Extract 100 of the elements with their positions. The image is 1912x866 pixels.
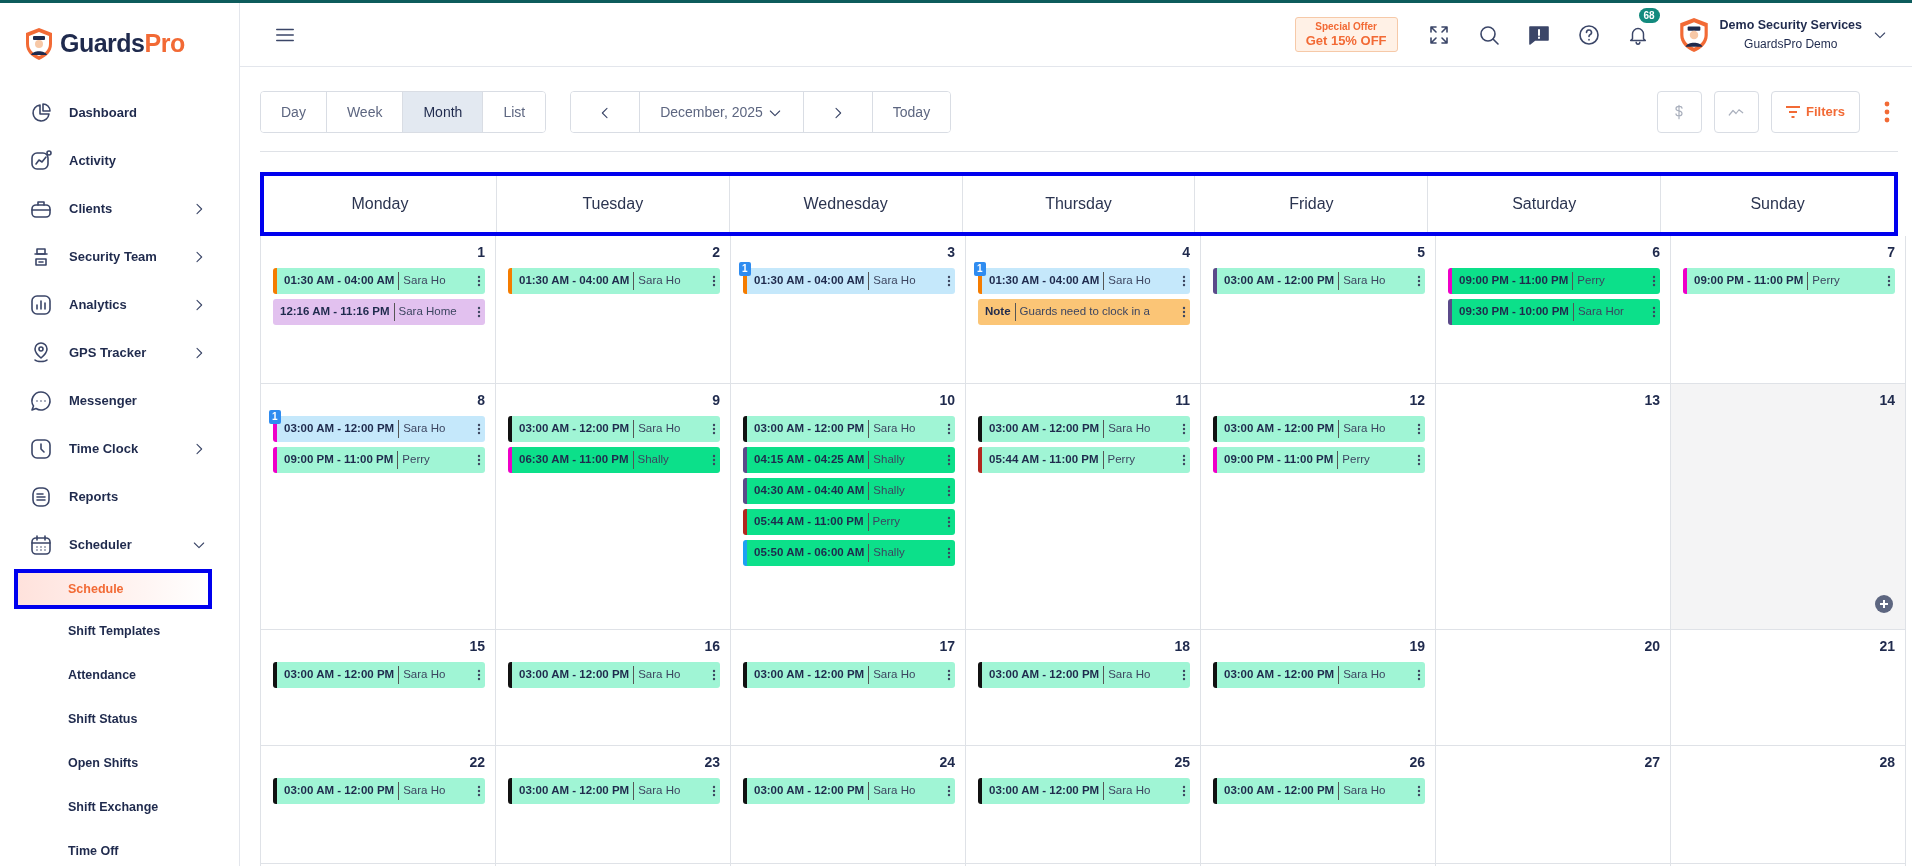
shift-time: 03:00 AM - 12:00 PM xyxy=(519,667,630,683)
shift-event[interactable]: 03:00 AM - 12:00 PM Sara Ho xyxy=(1213,662,1425,688)
avatar[interactable] xyxy=(1677,16,1710,53)
shift-event[interactable]: 03:00 AM - 12:00 PM Sara Ho xyxy=(978,778,1190,804)
more-icon[interactable] xyxy=(1182,275,1186,287)
shift-event[interactable]: 03:00 AM - 12:00 PM Sara Ho xyxy=(273,778,485,804)
sidebar-item[interactable]: Time Clock xyxy=(0,424,239,473)
shift-event[interactable]: 03:00 AM - 12:00 PM Sara Ho xyxy=(743,662,955,688)
more-icon[interactable] xyxy=(1417,785,1421,797)
more-icon[interactable] xyxy=(477,423,481,435)
shift-time: 03:00 AM - 12:00 PM xyxy=(754,783,865,799)
more-icon[interactable] xyxy=(1887,275,1891,287)
more-icon[interactable] xyxy=(947,785,951,797)
guard-name: Sara Ho xyxy=(868,272,947,290)
sidebar-item[interactable]: Reports xyxy=(0,472,239,521)
more-icon[interactable] xyxy=(712,454,716,466)
sidebar-item[interactable]: Security Team xyxy=(0,232,239,281)
shift-event[interactable]: 05:44 AM - 11:00 PM Perry xyxy=(743,509,955,535)
shift-event[interactable]: 03:00 AM - 12:00 PM Sara Ho xyxy=(1213,268,1425,294)
shift-event[interactable]: 03:00 AM - 12:00 PM Sara Ho xyxy=(743,778,955,804)
dashboard-icon xyxy=(29,100,53,125)
more-icon[interactable] xyxy=(1182,306,1186,318)
shift-event[interactable]: 09:00 PM - 11:00 PM Perry xyxy=(1213,447,1425,473)
shift-event[interactable]: 03:00 AM - 12:00 PM Sara Ho xyxy=(508,778,720,804)
view-tab[interactable]: Day xyxy=(261,92,327,132)
day-number: 3 xyxy=(947,243,955,262)
shift-event[interactable]: 05:50 AM - 06:00 AM Shally xyxy=(743,540,955,566)
shift-event[interactable]: 12:16 AM - 11:16 PM Sara Home xyxy=(273,299,485,325)
day-number: 17 xyxy=(939,637,955,656)
more-icon[interactable] xyxy=(1182,454,1186,466)
more-icon[interactable] xyxy=(947,485,951,497)
sidebar-item[interactable]: Dashboard xyxy=(0,88,239,137)
shift-event[interactable]: 03:00 AM - 12:00 PM Sara Ho xyxy=(978,662,1190,688)
sidebar-subitem[interactable]: Shift Status xyxy=(0,696,138,741)
more-icon[interactable] xyxy=(477,306,481,318)
shift-time: 06:30 AM - 11:00 PM xyxy=(519,452,629,468)
sidebar-subitem[interactable]: Shift Templates xyxy=(0,608,161,653)
sidebar-subitem[interactable]: Attendance xyxy=(0,652,137,697)
more-icon[interactable] xyxy=(1417,454,1421,466)
shift-event[interactable]: 01:30 AM - 04:00 AM Sara Ho xyxy=(273,268,485,294)
sidebar-item[interactable]: GPS Tracker xyxy=(0,328,239,377)
day-number: 25 xyxy=(1174,753,1190,772)
shift-event[interactable]: 09:00 PM - 11:00 PM Perry xyxy=(1683,268,1895,294)
more-icon[interactable] xyxy=(712,423,716,435)
shift-event[interactable]: 03:00 AM - 12:00 PM Sara Ho xyxy=(978,416,1190,442)
more-icon[interactable] xyxy=(712,275,716,287)
day-number: 23 xyxy=(704,753,720,772)
sidebar-item[interactable]: Analytics xyxy=(0,280,239,329)
more-icon[interactable] xyxy=(947,669,951,681)
more-icon[interactable] xyxy=(477,785,481,797)
more-icon[interactable] xyxy=(1884,101,1890,123)
shift-event[interactable]: 04:15 AM - 04:25 AM Shally xyxy=(743,447,955,473)
add-icon[interactable] xyxy=(1875,595,1893,613)
shift-time: 09:30 PM - 10:00 PM xyxy=(1459,304,1569,320)
more-icon[interactable] xyxy=(477,669,481,681)
more-icon[interactable] xyxy=(947,516,951,528)
help-icon[interactable] xyxy=(1576,22,1601,47)
more-icon[interactable] xyxy=(1182,669,1186,681)
note-event[interactable]: Note Guards need to clock in a xyxy=(978,299,1190,325)
shift-event[interactable]: 03:00 AM - 12:00 PM Sara Ho xyxy=(1213,416,1425,442)
shift-event[interactable]: 03:00 AM - 12:00 PM Sara Ho xyxy=(508,662,720,688)
more-icon[interactable] xyxy=(947,275,951,287)
shift-event[interactable]: 03:00 AM - 12:00 PM Sara Ho xyxy=(1213,778,1425,804)
shift-event[interactable]: 01:30 AM - 04:00 AM Sara Ho xyxy=(508,268,720,294)
shift-event[interactable]: 06:30 AM - 11:00 PM Shally xyxy=(508,447,720,473)
more-icon[interactable] xyxy=(1417,669,1421,681)
sidebar-item[interactable]: Messenger xyxy=(0,376,239,425)
shift-event[interactable]: 09:00 PM - 11:00 PM Perry xyxy=(1448,268,1660,294)
more-icon[interactable] xyxy=(1417,275,1421,287)
more-icon[interactable] xyxy=(1182,785,1186,797)
shift-event[interactable]: 09:00 PM - 11:00 PM Perry xyxy=(273,447,485,473)
day-cell[interactable]: 14 xyxy=(1671,384,1906,630)
more-icon[interactable] xyxy=(1417,423,1421,435)
shift-event[interactable]: 03:00 AM - 12:00 PM Sara Ho xyxy=(508,416,720,442)
more-icon[interactable] xyxy=(947,454,951,466)
sidebar-subitem[interactable]: Shift Exchange xyxy=(0,784,159,829)
more-icon[interactable] xyxy=(712,785,716,797)
more-icon[interactable] xyxy=(477,454,481,466)
shift-time: 03:00 AM - 12:00 PM xyxy=(754,667,865,683)
sidebar-subitem[interactable]: Open Shifts xyxy=(0,740,139,785)
more-icon[interactable] xyxy=(947,423,951,435)
more-icon[interactable] xyxy=(947,547,951,559)
shift-event[interactable]: 09:30 PM - 10:00 PM Sara Hor xyxy=(1448,299,1660,325)
shift-event[interactable]: 05:44 AM - 11:00 PM Perry xyxy=(978,447,1190,473)
more-icon[interactable] xyxy=(1652,275,1656,287)
more-icon[interactable] xyxy=(1182,423,1186,435)
shift-time: 03:00 AM - 12:00 PM xyxy=(519,421,630,437)
sidebar-item[interactable]: Scheduler xyxy=(0,520,239,569)
shift-time: 09:00 PM - 11:00 PM xyxy=(1694,273,1804,289)
sidebar-subitem[interactable]: Time Off xyxy=(0,828,119,866)
more-icon[interactable] xyxy=(477,275,481,287)
more-icon[interactable] xyxy=(712,669,716,681)
sidebar-item[interactable]: Clients xyxy=(0,184,239,233)
sidebar-item[interactable]: Activity xyxy=(0,136,239,185)
shift-event[interactable]: 03:00 AM - 12:00 PM Sara Ho xyxy=(743,416,955,442)
view-tab[interactable]: Month xyxy=(403,92,484,132)
shift-event[interactable]: 04:30 AM - 04:40 AM Shally xyxy=(743,478,955,504)
shift-event[interactable]: 03:00 AM - 12:00 PM Sara Ho xyxy=(273,662,485,688)
more-icon[interactable] xyxy=(1652,306,1656,318)
guard-name: Sara Ho xyxy=(633,666,712,684)
